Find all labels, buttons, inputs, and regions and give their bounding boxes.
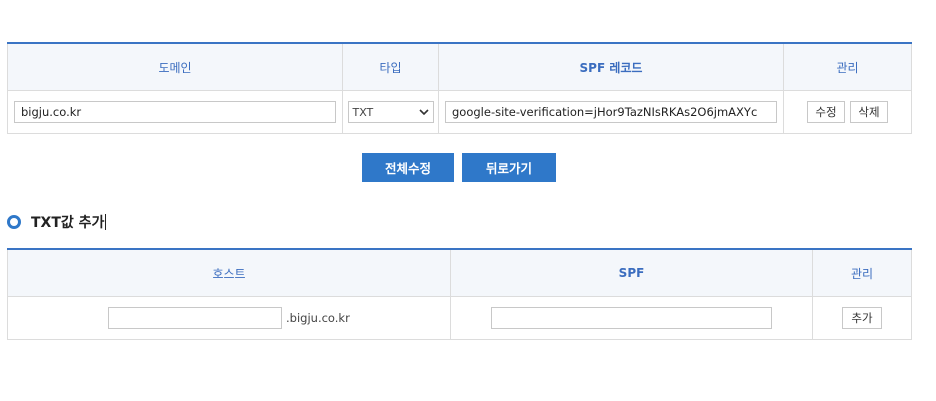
- col-header-domain: 도메인: [7, 42, 343, 91]
- col-header-spf: SPF: [450, 248, 813, 297]
- bullet-circle-icon: [7, 215, 21, 229]
- type-select[interactable]: TXT: [347, 101, 434, 123]
- col-header-manage: 관리: [783, 42, 912, 91]
- add-section-heading: TXT값 추가: [7, 212, 107, 232]
- delete-button[interactable]: 삭제: [850, 101, 888, 123]
- col-header-manage: 관리: [812, 248, 912, 297]
- table-row: TXT 수정 삭제: [7, 90, 912, 134]
- table-row: .bigju.co.kr 추가: [7, 296, 912, 340]
- add-txt-table: 호스트 SPF 관리 .bigju.co.kr 추가: [7, 248, 912, 340]
- txt-records-table: 도메인 타입 SPF 레코드 관리 TXT 수정 삭제: [7, 42, 912, 134]
- col-header-spf-record: SPF 레코드: [438, 42, 784, 91]
- col-header-type: 타입: [342, 42, 439, 91]
- text-cursor-icon: [105, 214, 107, 230]
- domain-suffix: .bigju.co.kr: [286, 311, 350, 325]
- add-section-title: TXT값 추가: [31, 215, 105, 231]
- edit-all-button[interactable]: 전체수정: [362, 153, 454, 182]
- back-button[interactable]: 뒤로가기: [462, 153, 556, 182]
- add-button[interactable]: 추가: [842, 307, 882, 329]
- host-input[interactable]: [108, 307, 283, 329]
- edit-button[interactable]: 수정: [807, 101, 845, 123]
- col-header-host: 호스트: [7, 248, 451, 297]
- spf-record-input[interactable]: [445, 101, 777, 123]
- domain-input[interactable]: [14, 101, 336, 123]
- type-select-value: TXT: [352, 105, 374, 119]
- chevron-down-icon: [418, 109, 429, 115]
- spf-input[interactable]: [491, 307, 772, 329]
